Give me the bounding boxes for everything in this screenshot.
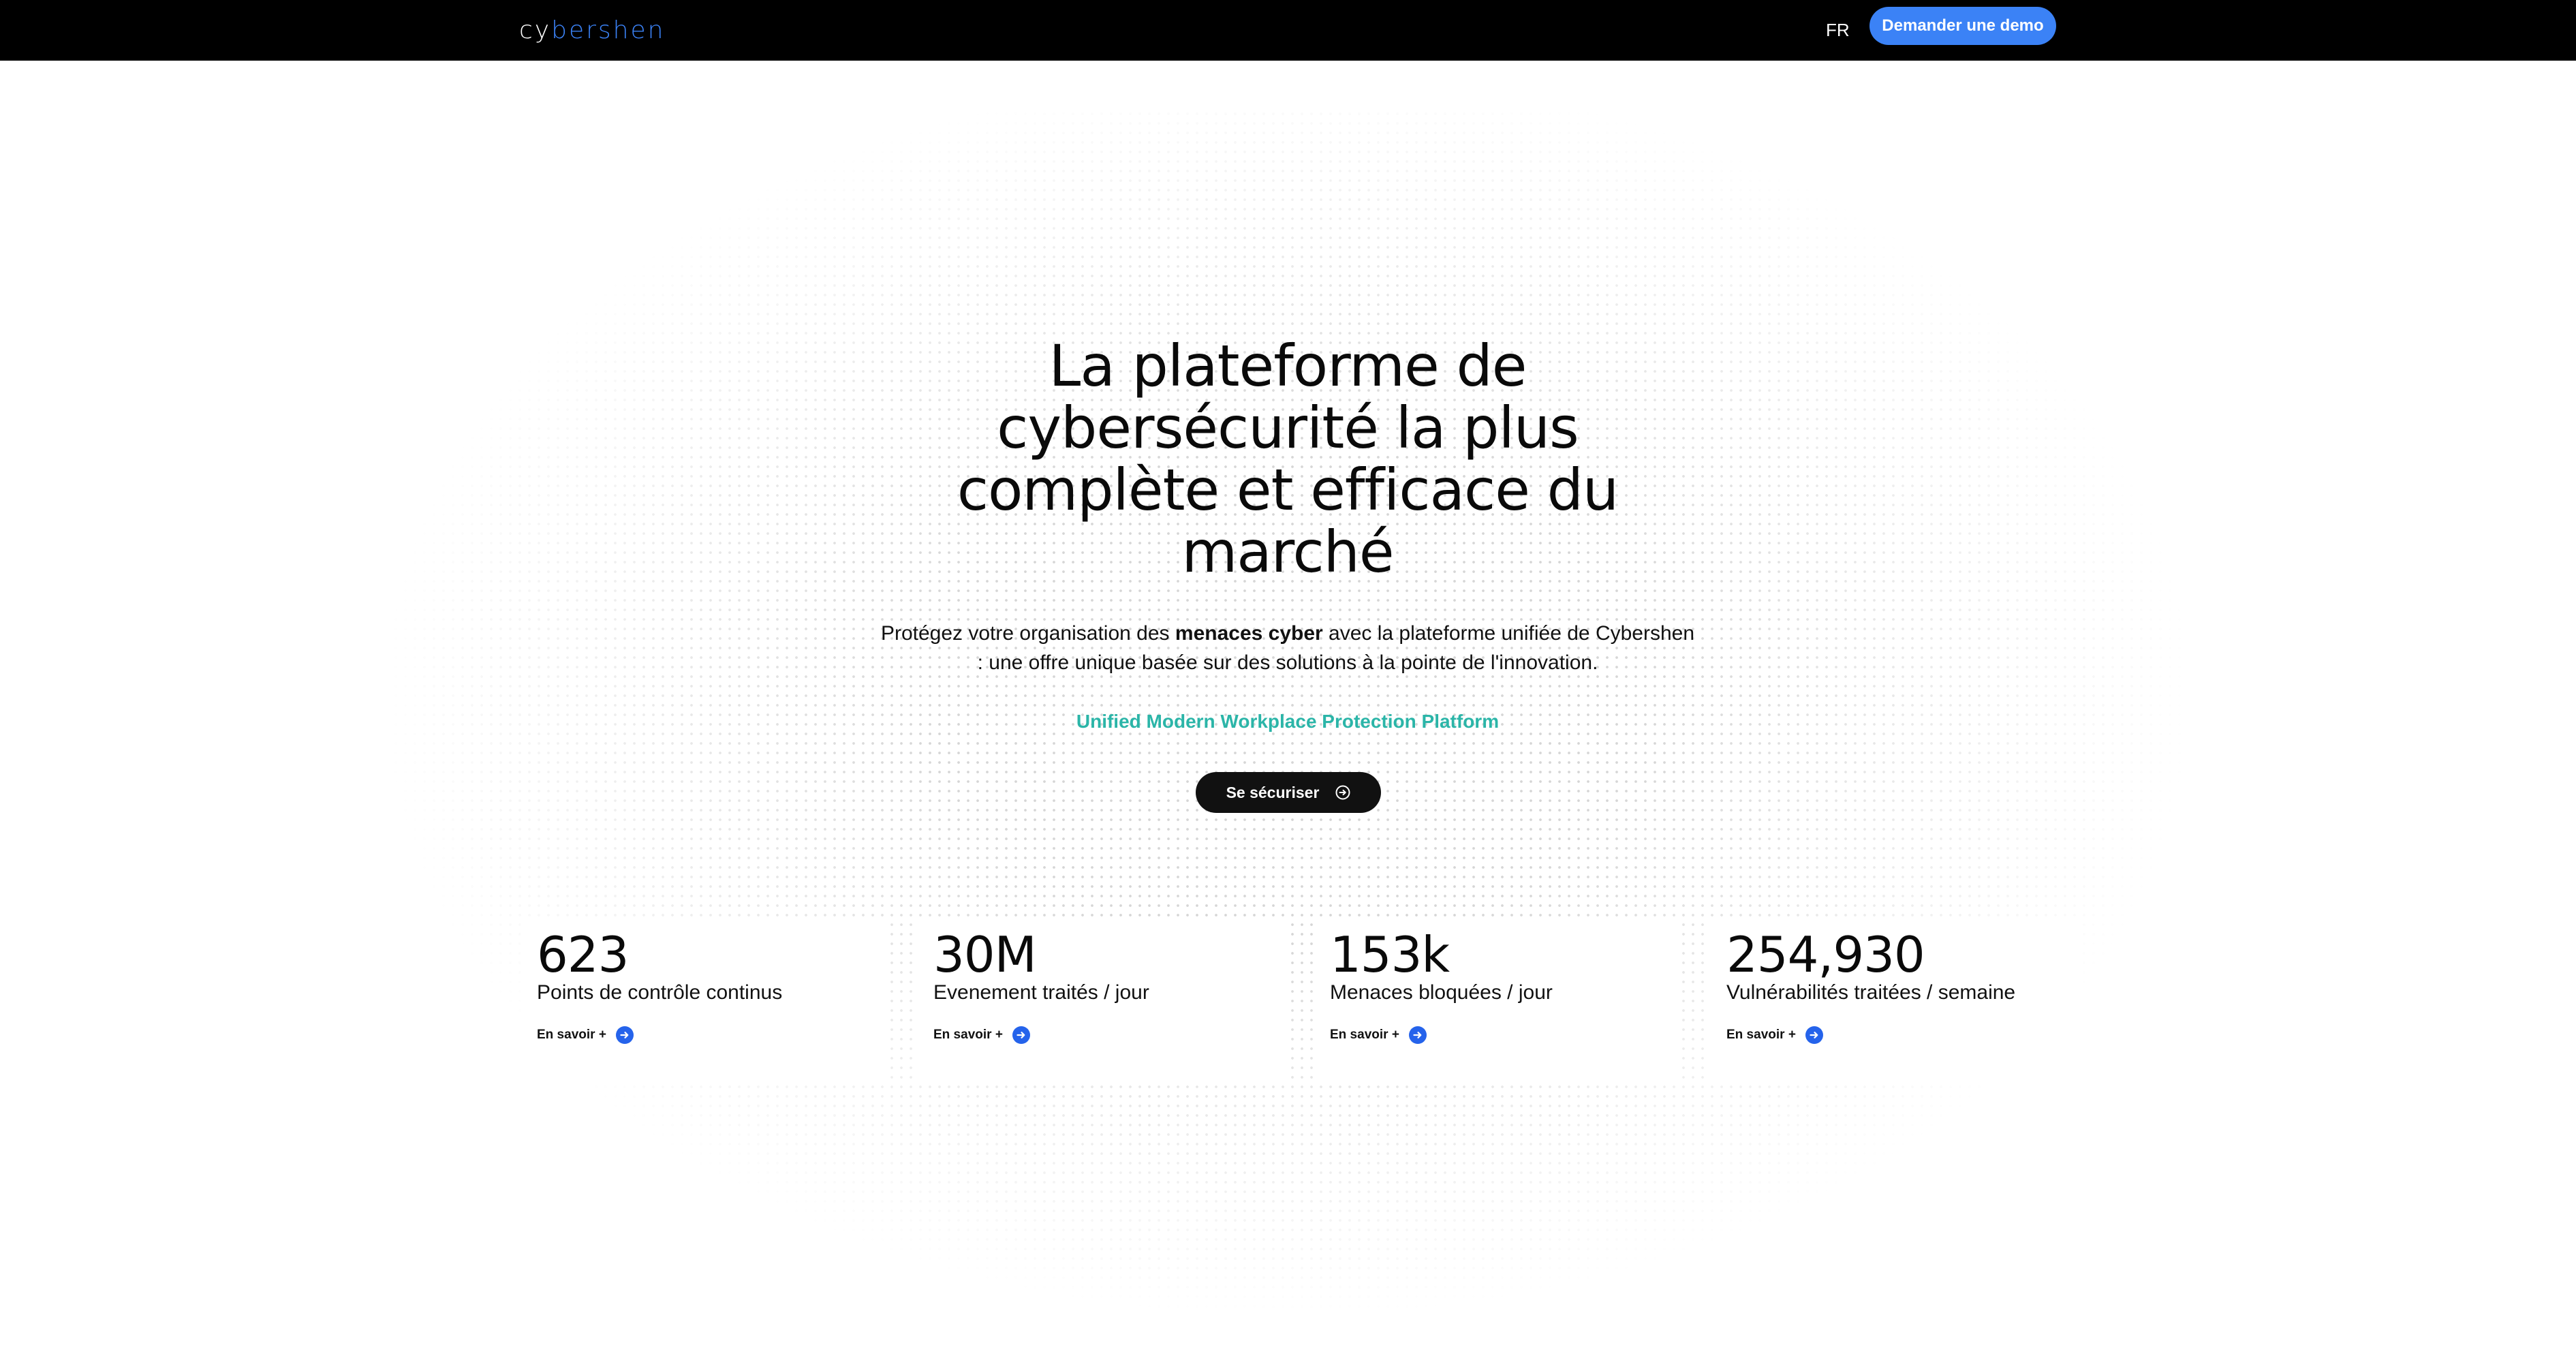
stat-card-vulnerabilities: 254,930 Vulnérabilités traitées / semain…: [1710, 919, 2078, 1082]
learn-more-link[interactable]: En savoir +: [1726, 1026, 1823, 1044]
learn-more-label: En savoir +: [1330, 1028, 1399, 1042]
learn-more-label: En savoir +: [933, 1028, 1003, 1042]
secure-cta-button[interactable]: Se sécuriser: [1196, 772, 1381, 813]
stat-label: Menaces bloquées / jour: [1330, 981, 1553, 1004]
platform-tagline: Unified Modern Workplace Protection Plat…: [1076, 711, 1500, 732]
learn-more-link[interactable]: En savoir +: [933, 1026, 1030, 1044]
stat-label: Points de contrôle continus: [537, 981, 783, 1004]
stat-card-threats-blocked: 153k Menaces bloquées / jour En savoir +: [1314, 919, 1681, 1082]
learn-more-link[interactable]: En savoir +: [1330, 1026, 1427, 1044]
stat-value: 623: [537, 926, 629, 983]
cta-label: Se sécuriser: [1226, 783, 1320, 801]
arrow-circle-right-icon: [1408, 1026, 1427, 1044]
stat-value: 153k: [1330, 926, 1450, 983]
stat-label: Vulnérabilités traitées / semaine: [1726, 981, 2016, 1004]
language-selector[interactable]: FR: [1826, 10, 1850, 50]
learn-more-label: En savoir +: [537, 1028, 606, 1042]
cybershen-logo[interactable]: cy bershen: [519, 10, 665, 50]
arrow-circle-right-icon: [1012, 1026, 1030, 1044]
logo-text-part1: cy: [519, 16, 552, 44]
logo-text-part2: bershen: [551, 16, 666, 44]
stat-value: 254,930: [1726, 926, 1925, 983]
stat-card-events: 30M Evenement traités / jour En savoir +: [917, 919, 1285, 1082]
hero-subtitle: Protégez votre organisation des menaces …: [879, 619, 1696, 677]
request-demo-button[interactable]: Demander une demo: [1869, 7, 2056, 45]
arrow-circle-right-icon: [1805, 1026, 1823, 1044]
stat-card-control-points: 623 Points de contrôle continus En savoi…: [521, 919, 888, 1082]
dotted-background-pattern: [382, 109, 2194, 1356]
hero-subtitle-start: Protégez votre organisation des: [880, 622, 1175, 645]
hero-subtitle-emphasis: menaces cyber: [1175, 622, 1323, 645]
arrow-circle-right-icon: [615, 1026, 634, 1044]
stat-label: Evenement traités / jour: [933, 981, 1149, 1004]
stat-value: 30M: [933, 926, 1037, 983]
hero-title: La plateforme de cybersécurité la plus c…: [957, 333, 1619, 585]
learn-more-link[interactable]: En savoir +: [537, 1026, 634, 1044]
arrow-circle-right-icon: [1335, 785, 1350, 800]
top-navigation-bar: cy bershen FR Demander une demo: [0, 0, 2576, 61]
learn-more-label: En savoir +: [1726, 1028, 1796, 1042]
